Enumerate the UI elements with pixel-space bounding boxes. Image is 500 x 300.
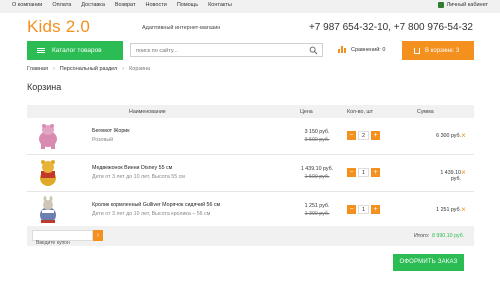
product-description: Дети от 3 лет до 10 лет, Высота 55 см — [92, 174, 185, 180]
qty-minus-button[interactable]: − — [347, 168, 356, 177]
qty-plus-button[interactable]: + — [371, 205, 380, 214]
product-old-price: 1 599 руб. — [304, 174, 330, 180]
breadcrumb-separator: › — [122, 66, 125, 72]
place-order-button[interactable]: ОФОРМИТЬ ЗАКАЗ — [393, 254, 464, 271]
remove-icon[interactable]: × — [459, 205, 468, 214]
qty-minus-button[interactable]: − — [347, 131, 356, 140]
search-input[interactable] — [136, 46, 306, 55]
top-nav-return[interactable]: Возврат — [115, 2, 136, 8]
top-nav-delivery[interactable]: Доставка — [81, 2, 105, 8]
product-price: 1 439.10 руб. — [300, 166, 334, 172]
breadcrumb-current: Корзина — [129, 66, 151, 72]
product-old-price: 3 500 руб. — [304, 137, 330, 143]
row-sum: 6 300 руб. — [436, 133, 461, 139]
product-image[interactable] — [36, 159, 60, 187]
user-icon — [437, 2, 444, 8]
top-bar: О компании Оплата Доставка Возврат Новос… — [0, 0, 500, 13]
header-name: Наименование — [129, 109, 166, 115]
menu-icon — [37, 47, 45, 54]
product-name[interactable]: Кролик кормленный Gulliver Морячок сидяч… — [92, 202, 220, 208]
product-description: Дети от 3 лет до 10 лет, Высота кролика … — [92, 211, 211, 217]
qty-value[interactable]: 1 — [358, 205, 369, 214]
cart-button[interactable]: В корзине: 3 — [402, 41, 474, 60]
breadcrumb-separator: › — [52, 66, 55, 72]
row-sum: 1 251 руб. — [436, 207, 461, 213]
compare-link[interactable]: Сравнений: 0 — [338, 46, 385, 53]
coupon-box — [32, 230, 93, 248]
qty-plus-button[interactable]: + — [371, 131, 380, 140]
personal-cabinet-label: Личный кабинет — [446, 2, 488, 8]
remove-icon[interactable]: × — [459, 168, 468, 177]
phone-numbers: +7 987 654-32-10, +7 800 976-54-32 — [308, 22, 473, 33]
coupon-input[interactable] — [33, 238, 90, 248]
product-price: 1 251 руб. — [304, 203, 330, 209]
breadcrumb-personal[interactable]: Персональный раздел — [60, 66, 117, 72]
total-label: Итого: — [414, 233, 430, 239]
top-nav-payment[interactable]: Оплата — [52, 2, 71, 8]
cart-icon — [414, 47, 420, 54]
product-name[interactable]: Медвежонок Винни Disney 55 см — [92, 165, 172, 171]
page: О компании Оплата Доставка Возврат Новос… — [0, 0, 500, 300]
search-icon[interactable] — [309, 46, 318, 55]
product-description: Розовый — [92, 137, 114, 143]
product-old-price: 1 390 руб. — [304, 211, 330, 217]
personal-cabinet-link[interactable]: Личный кабинет — [437, 2, 488, 8]
cart-row: Кролик кормленный Gulliver Морячок сидяч… — [27, 192, 474, 229]
breadcrumb: Главная › Персональный раздел › Корзина — [27, 66, 150, 72]
header-qty: Кол-во, шт — [347, 109, 374, 115]
compare-icon — [338, 46, 346, 53]
cart-footer: › Итого: 8 990.10 руб. — [27, 226, 474, 248]
qty-minus-button[interactable]: − — [347, 205, 356, 214]
header-price: Цена — [300, 109, 313, 115]
product-name[interactable]: Бегемот Жорик — [92, 128, 130, 134]
top-nav-contacts[interactable]: Контакты — [208, 2, 232, 8]
coupon-apply-button[interactable]: › — [93, 230, 103, 241]
product-image[interactable] — [36, 122, 60, 150]
product-price: 3 150 руб. — [304, 129, 330, 135]
search-box — [130, 43, 323, 57]
cart-label: В корзине: 3 — [425, 47, 460, 54]
qty-value[interactable]: 1 — [358, 168, 369, 177]
top-nav-help[interactable]: Помощь — [177, 2, 198, 8]
cart-row: Бегемот Жорик Розовый 3 150 руб. 3 500 р… — [27, 118, 474, 155]
product-image[interactable] — [36, 196, 60, 224]
breadcrumb-home[interactable]: Главная — [27, 66, 48, 72]
page-title: Корзина — [27, 82, 62, 92]
header-sum: Сумма — [417, 109, 434, 115]
catalog-button[interactable]: Каталог товаров — [27, 41, 123, 60]
qty-plus-button[interactable]: + — [371, 168, 380, 177]
total-value: 8 990.10 руб. — [432, 233, 465, 239]
catalog-label: Каталог товаров — [52, 47, 102, 54]
top-nav: О компании Оплата Доставка Возврат Новос… — [12, 2, 232, 8]
cart-table-header: Наименование Цена Кол-во, шт Сумма — [27, 105, 474, 118]
top-nav-news[interactable]: Новости — [146, 2, 167, 8]
qty-value[interactable]: 2 — [358, 131, 369, 140]
remove-icon[interactable]: × — [459, 131, 468, 140]
tagline: Адаптивный интернет-магазин — [142, 25, 221, 31]
row-sum: 1 439.10 руб. — [440, 170, 461, 182]
top-nav-about[interactable]: О компании — [12, 2, 42, 8]
cart-row: Медвежонок Винни Disney 55 см Дети от 3 … — [27, 155, 474, 192]
compare-label: Сравнений: 0 — [351, 46, 386, 53]
logo[interactable]: Kids 2.0 — [27, 17, 90, 37]
